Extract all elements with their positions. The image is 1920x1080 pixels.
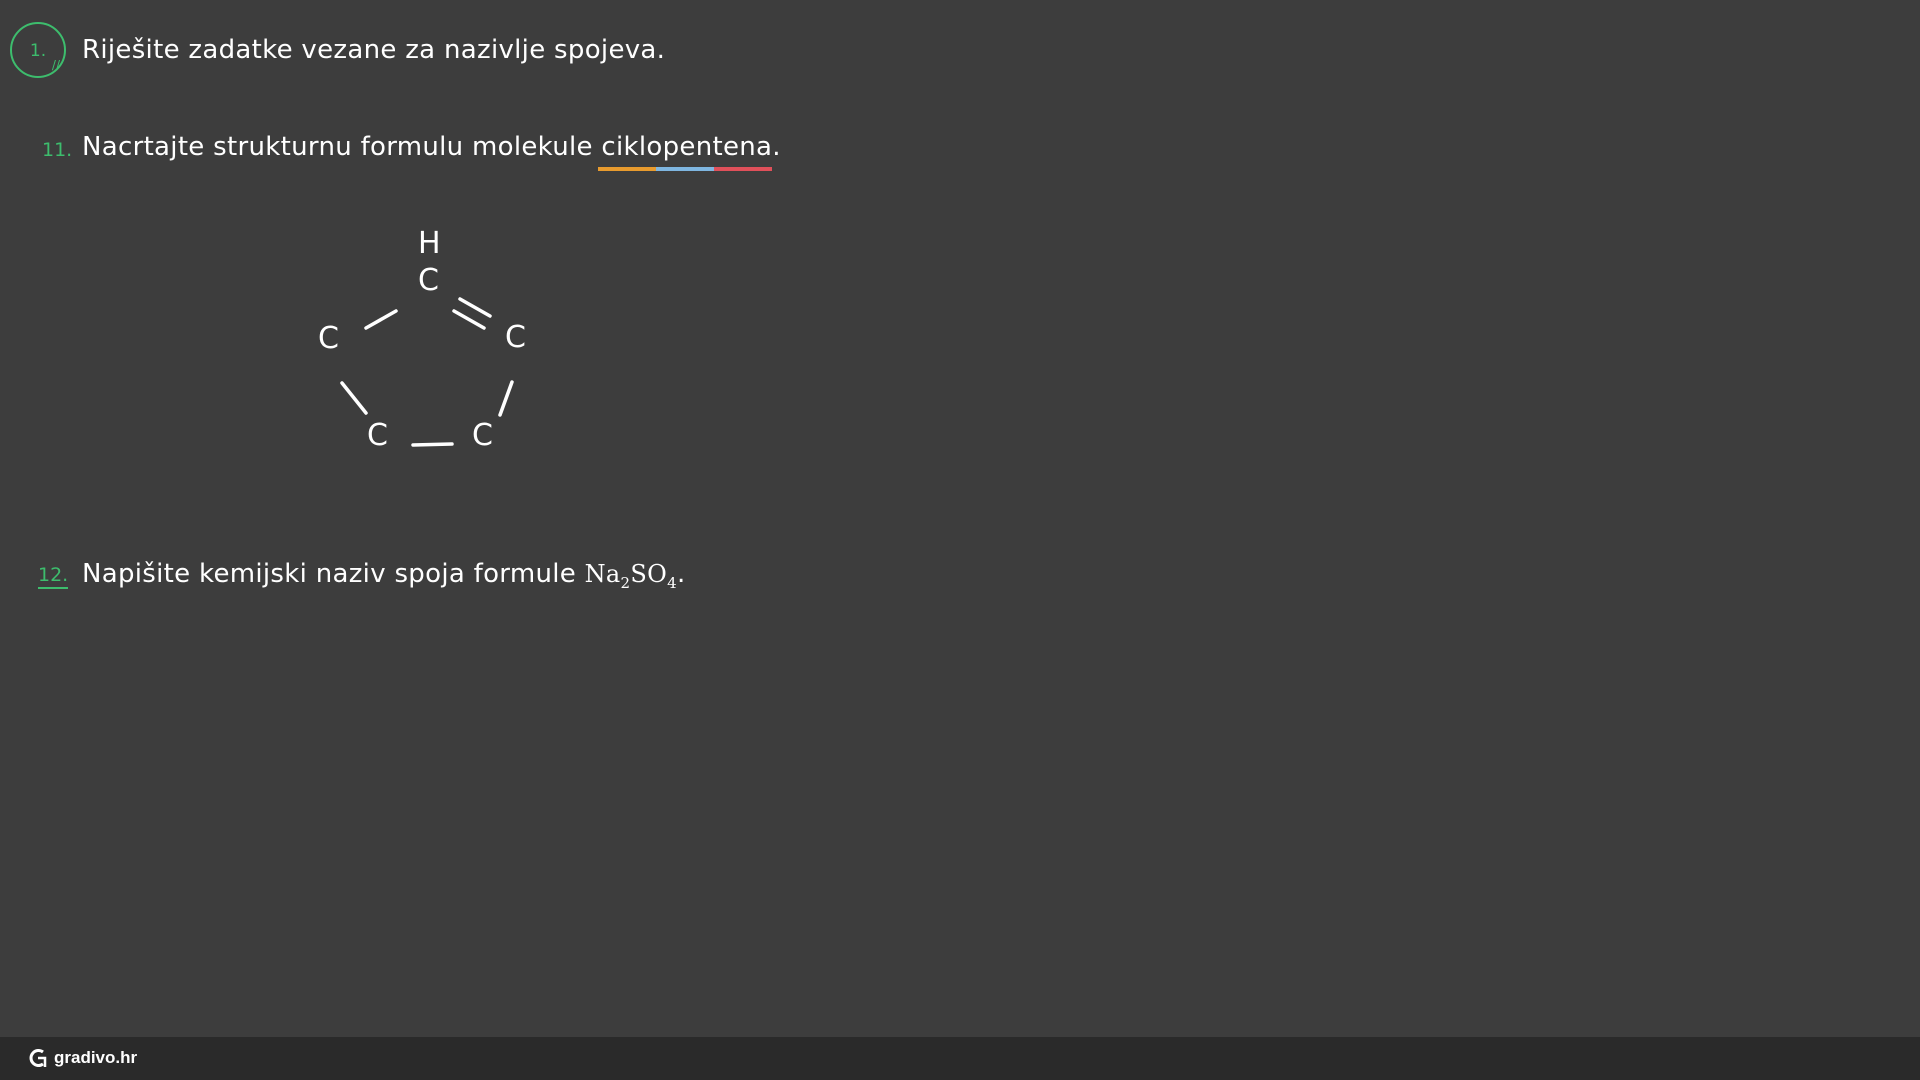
atom-c-right: C (505, 320, 526, 355)
footer-bar: gradivo.hr (0, 1037, 1920, 1080)
question-number-11: 11. (42, 139, 73, 161)
formula-subscript-1: 2 (620, 573, 631, 592)
bond-double-line-1 (458, 297, 492, 318)
question-11-prompt: Nacrtajte strukturnu formulu molekule (82, 132, 602, 162)
bond-double-line-2 (452, 309, 486, 330)
brand-logo[interactable]: gradivo.hr (28, 1047, 137, 1069)
bond-right-lower (498, 380, 514, 417)
highlighted-term: ciklopentena (598, 132, 773, 171)
question-12-prompt: Napišite kemijski naziv spoja formule (82, 559, 585, 589)
gradivo-logo-icon (29, 1049, 47, 1067)
chemical-formula: Na2SO4 (584, 560, 677, 592)
atom-c-bottom-right: C (472, 418, 493, 453)
question-12-period: . (676, 559, 686, 589)
underline-segment-red (714, 167, 773, 171)
formula-subscript-2: 4 (667, 573, 677, 592)
underline-segment-orange (598, 167, 657, 171)
formula-element-na: Na (584, 560, 621, 588)
atom-c-top: C (418, 263, 439, 298)
tricolor-underline (598, 167, 773, 171)
molecule-svg: H C C C C C (318, 226, 526, 453)
atom-c-bottom-left: C (367, 418, 388, 453)
highlighted-term-text: ciklopentena (601, 132, 773, 162)
question-11-text: Nacrtajte strukturnu formulu molekule ci… (82, 132, 781, 171)
bond-bottom (411, 442, 454, 447)
question-number-12: 12. (38, 564, 69, 589)
whiteboard-canvas: 1. // Riješite zadatke vezane za nazivlj… (0, 0, 1920, 1037)
question-12-text: Napišite kemijski naziv spoja formule Na… (82, 559, 686, 592)
atom-c-left: C (318, 321, 339, 356)
cyclopentene-structure-drawing: H C C C C C (300, 225, 560, 475)
underline-segment-blue (656, 167, 715, 171)
question-11-period: . (772, 132, 781, 162)
task-number-badge: 1. // (10, 22, 66, 78)
formula-group-so: SO (630, 560, 668, 588)
checkmark-icon: // (51, 58, 60, 72)
bond-top-left (364, 309, 398, 330)
atom-h-top: H (418, 226, 441, 261)
bond-left-lower (340, 381, 368, 415)
task-heading: Riješite zadatke vezane za nazivlje spoj… (82, 35, 666, 65)
brand-name: gradivo.hr (54, 1048, 138, 1067)
